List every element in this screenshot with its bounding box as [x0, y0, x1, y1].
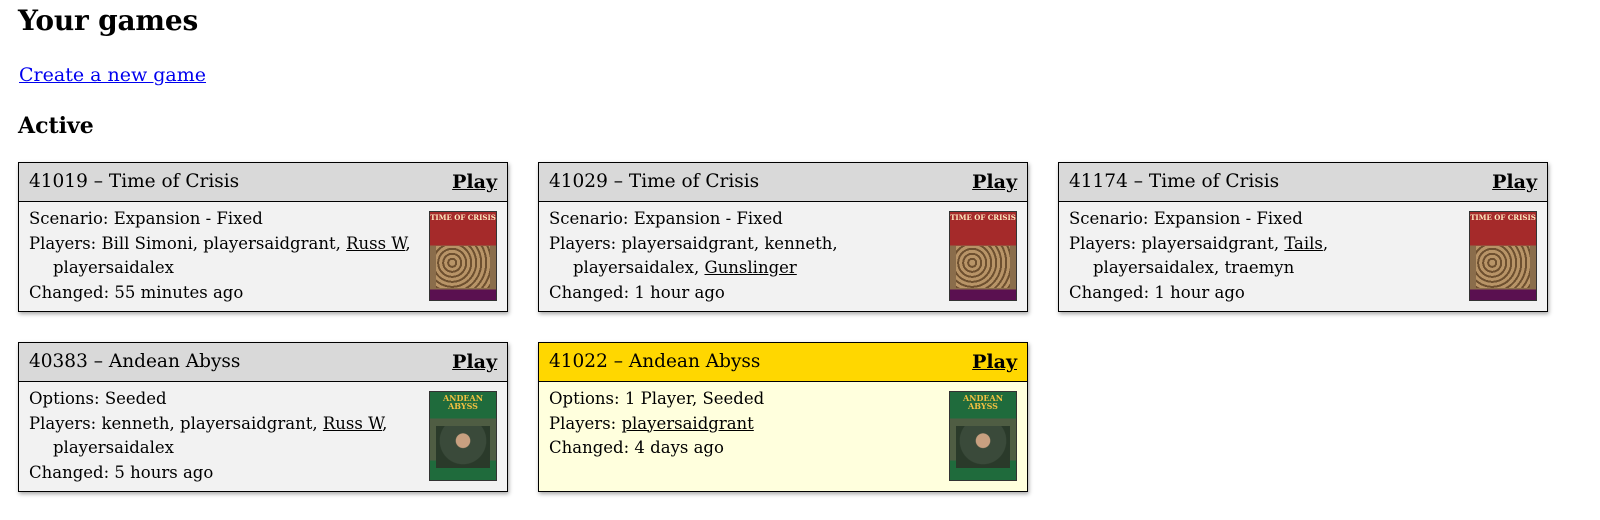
game-card-body: Options: 1 Player, Seeded Players: playe…: [539, 382, 1027, 481]
game-players: Players: playersaidgrant: [549, 413, 754, 433]
game-card: 41022 – Andean Abyss Play Options: 1 Pla…: [538, 342, 1028, 492]
game-options: Options: Seeded: [29, 389, 167, 408]
game-players: Players: Bill Simoni, playersaidgrant, R…: [29, 233, 411, 278]
game-card-body: Scenario: Expansion - Fixed Players: Bil…: [19, 202, 507, 305]
game-players: Players: playersaidgrant, Tails, players…: [1069, 233, 1329, 278]
play-link[interactable]: Play: [972, 351, 1017, 373]
cover-title: ANDEAN ABYSS: [962, 393, 1004, 411]
game-card: 40383 – Andean Abyss Play Options: Seede…: [18, 342, 508, 492]
cover-art: [436, 246, 490, 288]
cover-art: [436, 426, 490, 468]
player-name: playersaidgrant: [1141, 233, 1274, 253]
player-link[interactable]: Russ W: [323, 414, 382, 433]
game-players: Players: playersaidgrant, kenneth, playe…: [549, 233, 838, 278]
cover-art: [956, 426, 1010, 468]
player-name: playersaidalex: [53, 258, 174, 277]
create-new-game-link[interactable]: Create a new game: [19, 64, 206, 86]
player-link[interactable]: Russ W: [346, 234, 405, 253]
player-name: playersaidalex: [1093, 258, 1214, 277]
game-cover-image: TIME OF CRISIS: [1469, 211, 1537, 301]
game-changed: Changed: 55 minutes ago: [29, 282, 244, 302]
game-changed: Changed: 1 hour ago: [1069, 282, 1245, 302]
game-changed: Changed: 4 days ago: [549, 438, 724, 457]
game-changed: Changed: 1 hour ago: [549, 282, 725, 302]
player-name: playersaidgrant: [621, 233, 754, 253]
game-scenario: Scenario: Expansion - Fixed: [29, 209, 263, 228]
game-changed: Changed: 5 hours ago: [29, 462, 214, 482]
game-card-body: Options: Seeded Players: kenneth, player…: [19, 382, 507, 485]
play-link[interactable]: Play: [972, 171, 1017, 193]
game-card: 41019 – Time of Crisis Play Scenario: Ex…: [18, 162, 508, 312]
player-name: playersaidgrant: [203, 233, 336, 253]
player-link[interactable]: Gunslinger: [704, 258, 796, 277]
game-cover-image: TIME OF CRISIS: [949, 211, 1017, 301]
game-options: Options: 1 Player, Seeded: [549, 389, 765, 408]
player-name: playersaidgrant: [180, 413, 313, 433]
game-players: Players: kenneth, playersaidgrant, Russ …: [29, 413, 388, 458]
player-name: kenneth: [101, 413, 170, 433]
game-cover-image: TIME OF CRISIS: [429, 211, 497, 301]
player-name: kenneth: [764, 233, 833, 253]
game-title: 40383 – Andean Abyss: [29, 351, 241, 372]
play-link[interactable]: Play: [1492, 171, 1537, 193]
game-card: 41174 – Time of Crisis Play Scenario: Ex…: [1058, 162, 1548, 312]
game-title: 41019 – Time of Crisis: [29, 171, 240, 192]
play-link[interactable]: Play: [452, 351, 497, 373]
game-card-header: 40383 – Andean Abyss Play: [19, 343, 507, 382]
cover-art: [1476, 246, 1530, 288]
section-heading-active: Active: [18, 113, 94, 139]
game-card-header: 41029 – Time of Crisis Play: [539, 163, 1027, 202]
games-page: Your games Create a new game Active 4101…: [0, 0, 1600, 520]
cover-title: TIME OF CRISIS: [430, 213, 496, 222]
cover-title: TIME OF CRISIS: [950, 213, 1016, 222]
game-title: 41029 – Time of Crisis: [549, 171, 760, 192]
game-cover-image: ANDEAN ABYSS: [949, 391, 1017, 481]
game-card-body: Scenario: Expansion - Fixed Players: pla…: [539, 202, 1027, 305]
game-cover-image: ANDEAN ABYSS: [429, 391, 497, 481]
game-scenario: Scenario: Expansion - Fixed: [549, 209, 783, 228]
game-title: 41174 – Time of Crisis: [1069, 171, 1280, 192]
player-name: playersaidalex: [573, 258, 694, 277]
play-link[interactable]: Play: [452, 171, 497, 193]
game-card-header: 41022 – Andean Abyss Play: [539, 343, 1027, 382]
page-title: Your games: [18, 4, 199, 37]
cover-title: TIME OF CRISIS: [1470, 213, 1536, 222]
cover-title: ANDEAN ABYSS: [442, 393, 484, 411]
game-title: 41022 – Andean Abyss: [549, 351, 761, 372]
game-scenario: Scenario: Expansion - Fixed: [1069, 209, 1303, 228]
game-card-header: 41174 – Time of Crisis Play: [1059, 163, 1547, 202]
player-link[interactable]: Tails: [1284, 234, 1323, 253]
game-card: 41029 – Time of Crisis Play Scenario: Ex…: [538, 162, 1028, 312]
player-name: playersaidalex: [53, 438, 174, 457]
player-link[interactable]: playersaidgrant: [621, 414, 753, 433]
cover-art: [956, 246, 1010, 288]
game-card-header: 41019 – Time of Crisis Play: [19, 163, 507, 202]
player-name: traemyn: [1224, 258, 1295, 277]
game-card-body: Scenario: Expansion - Fixed Players: pla…: [1059, 202, 1547, 305]
player-name: Bill Simoni: [101, 233, 193, 253]
